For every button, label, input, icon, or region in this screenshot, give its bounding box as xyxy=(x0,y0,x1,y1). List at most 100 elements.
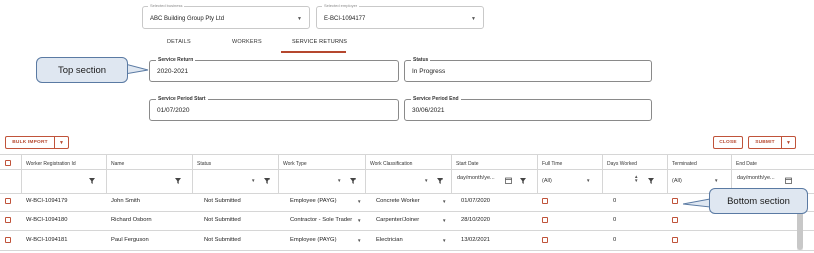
column-divider xyxy=(451,155,452,194)
column-divider xyxy=(21,155,22,194)
column-header-start-date[interactable]: Start Date xyxy=(456,161,479,167)
start-date-filter-input[interactable]: day/month/ye... xyxy=(457,175,495,181)
select-all-checkbox[interactable] xyxy=(5,160,11,166)
employer-select[interactable]: Selected employer E-BCI-1094177 ▼ xyxy=(316,3,484,29)
service-period-start-field[interactable]: Service Period Start 01/07/2020 xyxy=(149,96,399,121)
full-time-filter-dropdown[interactable]: ▼ xyxy=(586,178,590,183)
calendar-icon[interactable] xyxy=(785,177,792,184)
chevron-down-icon[interactable]: ▼ xyxy=(442,218,446,223)
status-filter-dropdown[interactable]: ▼ xyxy=(251,178,255,183)
work-classification-select[interactable]: Electrician xyxy=(376,237,403,243)
active-tab-indicator xyxy=(281,51,346,53)
column-header-work-classification[interactable]: Work Classification xyxy=(370,161,412,167)
full-time-checkbox[interactable] xyxy=(542,198,548,204)
table-header-divider xyxy=(0,169,814,170)
funnel-icon[interactable] xyxy=(648,178,654,184)
days-worked-value[interactable]: 0 xyxy=(613,237,616,243)
column-header-status[interactable]: Status xyxy=(197,161,211,167)
chevron-down-icon[interactable]: ▼ xyxy=(442,199,446,204)
work-type-select[interactable]: Employee (PAYG) xyxy=(290,237,337,243)
submit-button[interactable]: SUBMIT xyxy=(748,136,782,149)
chevron-down-icon[interactable]: ▼ xyxy=(357,218,361,223)
funnel-clear-icon[interactable] xyxy=(437,178,443,184)
status-field[interactable]: Status In Progress xyxy=(404,57,652,82)
work-classification-select[interactable]: Concrete Worker xyxy=(376,198,420,204)
work-classification-select[interactable]: Carpenter/Joiner xyxy=(376,217,419,223)
column-header-terminated[interactable]: Terminated xyxy=(672,161,697,167)
column-header-full-time[interactable]: Full Time xyxy=(542,161,562,167)
work-type-select[interactable]: Contractor - Sole Trader xyxy=(290,217,352,223)
worker-name: Richard Osborn xyxy=(111,217,152,223)
end-date-filter-input[interactable]: day/month/ye... xyxy=(737,175,775,181)
chevron-down-icon[interactable]: ▼ xyxy=(357,238,361,243)
row-select-checkbox[interactable] xyxy=(5,198,11,204)
tab-details[interactable]: DETAILS xyxy=(167,39,191,45)
service-return-field[interactable]: Service Return 2020-2021 xyxy=(149,57,399,82)
worker-registration-id: W-BCI-1094181 xyxy=(26,237,68,243)
work-classification-filter-dropdown[interactable]: ▼ xyxy=(424,178,428,183)
full-time-filter-select[interactable]: (All) xyxy=(542,178,552,184)
chevron-down-icon: ▼ xyxy=(471,16,476,22)
column-divider xyxy=(537,155,538,194)
close-button[interactable]: CLOSE xyxy=(713,136,743,149)
chevron-down-icon: ▼ xyxy=(786,139,791,146)
submit-menu-button[interactable]: ▼ xyxy=(782,136,796,149)
funnel-clear-icon[interactable] xyxy=(264,178,270,184)
row-divider xyxy=(0,211,814,212)
days-worked-value[interactable]: 0 xyxy=(613,217,616,223)
worker-status: Not Submitted xyxy=(204,217,241,223)
calendar-icon[interactable] xyxy=(505,177,512,184)
funnel-icon[interactable] xyxy=(89,178,95,184)
terminated-checkbox[interactable] xyxy=(672,217,678,223)
funnel-icon[interactable] xyxy=(520,178,526,184)
table-filter-divider xyxy=(0,193,814,194)
status-label: Status xyxy=(411,57,431,63)
terminated-filter-dropdown[interactable]: ▼ xyxy=(714,178,718,183)
service-period-end-field[interactable]: Service Period End 30/06/2021 xyxy=(404,96,652,121)
days-worked-stepper-icon[interactable]: ▲ ▼ xyxy=(634,174,638,183)
worker-registration-id: W-BCI-1094180 xyxy=(26,217,68,223)
work-type-select[interactable]: Employee (PAYG) xyxy=(290,198,337,204)
start-date-value[interactable]: 13/02/2021 xyxy=(461,237,490,243)
funnel-clear-icon[interactable] xyxy=(350,178,356,184)
employer-select-value: E-BCI-1094177 xyxy=(324,16,366,22)
column-header-worker-registration-id[interactable]: Worker Registration Id xyxy=(26,161,76,167)
terminated-filter-select[interactable]: (All) xyxy=(672,178,682,184)
column-divider xyxy=(278,155,279,194)
tab-service-returns[interactable]: SERVICE RETURNS xyxy=(292,39,347,45)
chevron-down-icon: ▼ xyxy=(59,139,64,146)
service-period-start-value: 01/07/2020 xyxy=(157,107,190,114)
worker-status: Not Submitted xyxy=(204,237,241,243)
start-date-value[interactable]: 01/07/2020 xyxy=(461,198,490,204)
column-header-name[interactable]: Name xyxy=(111,161,124,167)
service-period-end-label: Service Period End xyxy=(411,96,461,102)
chevron-down-icon[interactable]: ▼ xyxy=(442,238,446,243)
chevron-down-icon: ▼ xyxy=(297,16,302,22)
full-time-checkbox[interactable] xyxy=(542,237,548,243)
work-type-filter-dropdown[interactable]: ▼ xyxy=(337,178,341,183)
worker-name: John Smith xyxy=(111,198,140,204)
callout-pointer xyxy=(125,63,149,75)
bulk-import-button[interactable]: BULK IMPORT xyxy=(5,136,55,149)
column-header-days-worked[interactable]: Days Worked xyxy=(607,161,637,167)
column-header-end-date[interactable]: End Date xyxy=(736,161,757,167)
row-select-checkbox[interactable] xyxy=(5,237,11,243)
column-header-work-type[interactable]: Work Type xyxy=(283,161,307,167)
days-worked-value[interactable]: 0 xyxy=(613,198,616,204)
business-select-label: Selected business xyxy=(148,3,185,9)
funnel-icon[interactable] xyxy=(175,178,181,184)
bulk-import-menu-button[interactable]: ▼ xyxy=(55,136,69,149)
full-time-checkbox[interactable] xyxy=(542,217,548,223)
worker-status: Not Submitted xyxy=(204,198,241,204)
row-divider xyxy=(0,230,814,231)
row-select-checkbox[interactable] xyxy=(5,217,11,223)
tab-workers[interactable]: WORKERS xyxy=(232,39,262,45)
terminated-checkbox[interactable] xyxy=(672,198,678,204)
top-section-callout: Top section xyxy=(36,57,128,83)
terminated-checkbox[interactable] xyxy=(672,237,678,243)
business-select[interactable]: Selected business ABC Building Group Pty… xyxy=(142,3,310,29)
service-period-end-value: 30/06/2021 xyxy=(412,107,445,114)
service-return-label: Service Return xyxy=(156,57,196,63)
chevron-down-icon[interactable]: ▼ xyxy=(357,199,361,204)
start-date-value[interactable]: 28/10/2020 xyxy=(461,217,490,223)
